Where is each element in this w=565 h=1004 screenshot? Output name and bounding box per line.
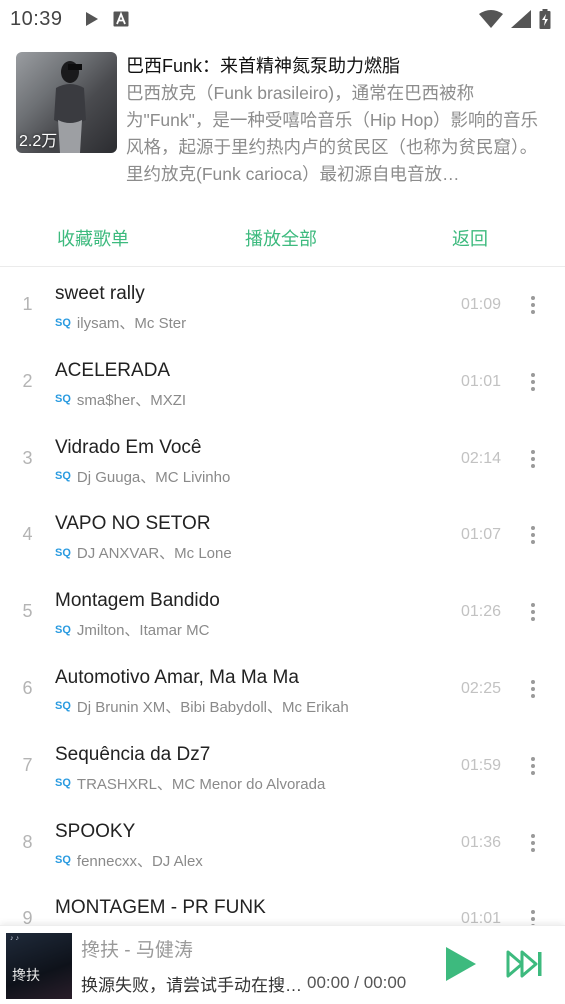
more-icon[interactable] [521,831,545,855]
action-bar: 收藏歌单 播放全部 返回 [0,212,565,264]
track-title: Sequência da Dz7 [55,743,211,765]
track-index: 2 [22,370,33,391]
track-title: SPOOKY [55,820,136,842]
mini-player-status: 换源失败，请尝试手动在搜… [81,976,302,995]
mini-player-title: 搀扶 - 马健涛 [81,940,193,961]
cover-caption: ♪ ♪ [10,935,19,942]
skip-next-icon[interactable] [506,948,546,980]
mini-player-cover[interactable]: ♪ ♪ 搀扶 [6,933,72,999]
more-icon[interactable] [521,293,545,317]
track-row[interactable]: 5 Montagem Bandido SQ Jmilton、Itamar MC … [0,574,565,651]
playlist-header: 2.2万 巴西Funk：来首精神氮泵助力燃脂 巴西放克（Funk brasile… [16,52,551,200]
track-artist: Dj Guuga、MC Livinho [76,468,231,486]
sq-badge: SQ [55,854,71,867]
track-duration: 01:09 [460,296,501,313]
status-time: 10:39 [10,7,63,30]
track-artist: ilysam、Mc Ster [76,315,187,332]
track-title: VAPO NO SETOR [55,513,211,535]
track-title: MONTAGEM - PR FUNK [55,897,266,919]
track-duration: 01:01 [460,372,501,390]
sq-badge: SQ [55,393,71,406]
track-duration: 01:26 [460,603,501,621]
track-title: ACELERADA [55,359,171,381]
a-icon [113,11,129,27]
track-duration: 02:25 [460,679,501,697]
playlist-description[interactable]: 巴西放克（Funk brasileiro)，通常在巴西被称为"Funk"，是一种… [126,80,551,188]
track-row[interactable]: 2 ACELERADA SQ sma$her、MXZI 01:01 [0,344,565,421]
sq-badge: SQ [55,470,71,483]
battery-charging-icon [539,9,551,29]
track-artist: TRASHXRL、MC Menor do Alvorada [76,775,326,793]
track-row[interactable]: 3 Vidrado Em Você SQ Dj Guuga、MC Livinho… [0,421,565,498]
track-index: 5 [22,601,33,622]
back-button[interactable]: 返回 [452,225,488,251]
play-count: 2.2万 [19,133,58,150]
collect-playlist-button[interactable]: 收藏歌单 [57,225,129,251]
track-row[interactable]: 7 Sequência da Dz7 SQ TRASHXRL、MC Menor … [0,728,565,805]
more-icon[interactable] [521,523,545,547]
mini-player[interactable]: ♪ ♪ 搀扶 搀扶 - 马健涛 换源失败，请尝试手动在搜… 00:00 / 00… [0,925,565,1004]
track-index: 3 [22,447,33,468]
track-duration: 01:07 [460,526,501,544]
sq-badge: SQ [55,546,71,559]
track-index: 1 [22,294,33,314]
sq-badge: SQ [55,777,71,790]
track-title: sweet rally [55,283,145,304]
track-list: 1 sweet rally SQ ilysam、Mc Ster 01:09 2 … [0,267,565,958]
mini-player-time: 00:00 / 00:00 [307,973,407,992]
cover-calligraphy: 搀扶 [12,968,40,984]
track-artist: Dj Brunin XM、Bibi Babydoll、Mc Erikah [76,698,349,716]
status-bar: 10:39 [0,0,565,38]
track-row[interactable]: 1 sweet rally SQ ilysam、Mc Ster 01:09 [0,267,565,344]
track-index: 4 [22,524,33,545]
track-duration: 01:59 [460,756,501,774]
track-title: Vidrado Em Você [55,436,202,458]
more-icon[interactable] [521,370,545,394]
track-title: Montagem Bandido [55,590,220,612]
track-title: Automotivo Amar, Ma Ma Ma [55,666,299,688]
track-index: 7 [22,754,33,775]
more-icon[interactable] [521,600,545,624]
track-index: 8 [22,831,33,852]
track-row[interactable]: 6 Automotivo Amar, Ma Ma Ma SQ Dj Brunin… [0,651,565,728]
track-duration: 02:14 [460,449,501,467]
track-artist: DJ ANXVAR、Mc Lone [76,545,232,563]
sq-badge: SQ [55,700,71,713]
track-index: 6 [22,677,33,698]
track-row[interactable]: 4 VAPO NO SETOR SQ DJ ANXVAR、Mc Lone 01:… [0,497,565,574]
play-all-button[interactable]: 播放全部 [245,225,317,251]
track-duration: 01:36 [460,833,501,851]
play-icon [85,12,98,26]
wifi-icon [479,10,503,28]
track-row[interactable]: 8 SPOOKY SQ fennecxx、DJ Alex 01:36 [0,805,565,882]
track-artist: sma$her、MXZI [76,391,187,409]
track-artist: fennecxx、DJ Alex [76,852,203,870]
play-icon[interactable] [440,944,480,984]
more-icon[interactable] [521,447,545,471]
sq-badge: SQ [55,316,71,329]
sq-badge: SQ [55,623,71,636]
more-icon[interactable] [521,677,545,701]
track-artist: Jmilton、Itamar MC [76,622,210,640]
signal-icon [511,10,531,28]
more-icon[interactable] [521,754,545,778]
playlist-title: 巴西Funk：来首精神氮泵助力燃脂 [126,56,401,76]
playlist-cover[interactable]: 2.2万 [16,52,117,153]
